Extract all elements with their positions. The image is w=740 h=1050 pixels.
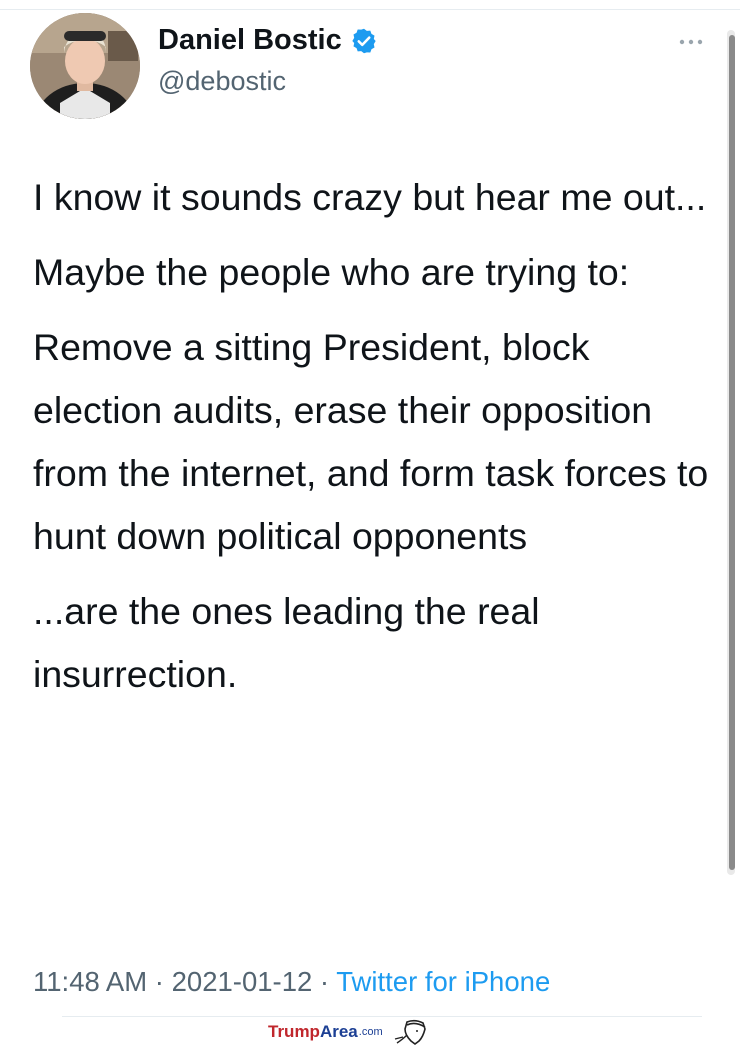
tweet-paragraph: Remove a sitting President, block electi…: [33, 326, 709, 557]
watermark-part-2: Area: [319, 1022, 358, 1041]
site-watermark: Trump Area .com: [268, 1019, 433, 1045]
author-handle[interactable]: @debostic: [158, 66, 286, 97]
bottom-divider: [62, 1016, 702, 1017]
more-options-icon[interactable]: [676, 32, 706, 52]
tweet-body: I know it sounds crazy but hear me out..…: [33, 166, 723, 718]
avatar[interactable]: [30, 13, 140, 119]
tweet-meta: 11:48 AM · 2021-01-12 · Twitter for iPho…: [33, 966, 550, 998]
top-divider: [0, 9, 740, 10]
avatar-photo: [30, 13, 140, 119]
tweet-source-link[interactable]: Twitter for iPhone: [336, 966, 550, 997]
scrollbar-thumb[interactable]: [729, 35, 735, 870]
verified-badge-icon: [350, 27, 378, 55]
meta-separator: ·: [154, 966, 164, 997]
tweet-time[interactable]: 11:48 AM: [33, 966, 147, 997]
tweet-paragraph: I know it sounds crazy but hear me out..…: [33, 176, 707, 218]
watermark-logo-icon: [393, 1019, 433, 1045]
author-name-text[interactable]: Daniel Bostic: [158, 24, 342, 57]
tweet-date[interactable]: 2021-01-12: [172, 966, 313, 997]
meta-separator: ·: [319, 966, 330, 997]
watermark-suffix: .com: [358, 1026, 383, 1038]
tweet-paragraph: Maybe the people who are trying to:: [33, 251, 630, 293]
watermark-part-1: Trump: [268, 1022, 320, 1041]
author-display-name[interactable]: Daniel Bostic: [158, 24, 378, 57]
tweet-paragraph: ...are the ones leading the real insurre…: [33, 590, 540, 695]
